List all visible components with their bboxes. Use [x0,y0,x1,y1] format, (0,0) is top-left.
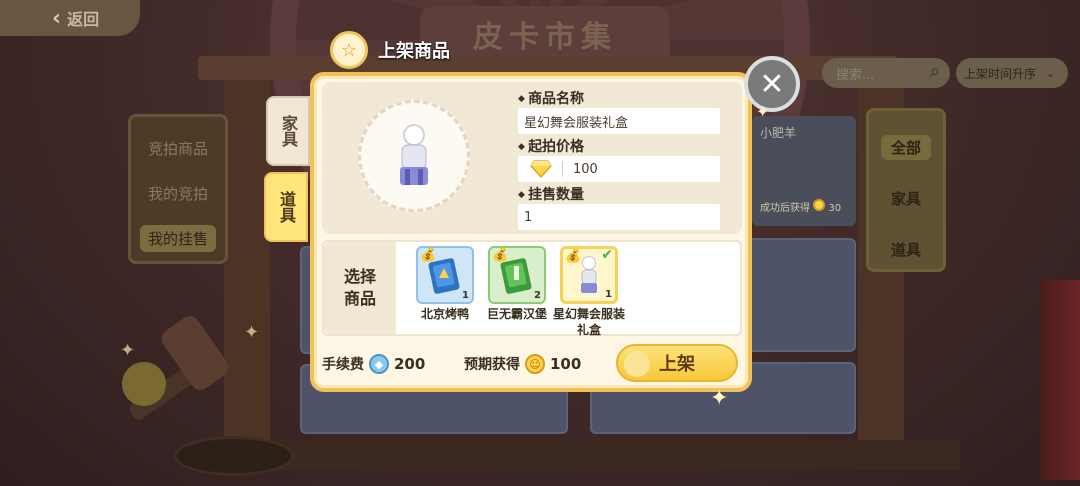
side-tab-furniture[interactable]: 家具 [266,96,310,166]
listing-card-info[interactable]: 小肥羊 成功后获得 30 [752,116,856,226]
item-name-costume-giftbox: 星幻舞会服装礼盒 [552,307,625,338]
side-tab-props[interactable]: 道具 [264,172,308,242]
list-button-label: 上架 [659,354,695,375]
right-filter-board: 全部 家具 道具 [866,108,946,272]
list-for-sale-button[interactable]: 上架 [616,344,738,382]
item-select-panel: 选择商品 💰 1 北京烤鸭 💰 2 巨无霸汉堡 💰 ✔ 1 星幻舞会服装礼盒 [322,240,742,338]
dialog-title: 上架商品 [378,41,450,62]
listing-card-name: 小肥羊 [760,126,797,140]
market-banner: 皮卡市集 [420,6,670,62]
expected-earnings: 预期获得 ☺ 100 [464,354,581,374]
tab-auction-items[interactable]: 竞拍商品 [140,135,216,162]
fee-info: 手续费 ◆ 200 [322,354,425,374]
name-label: 商品名称 [518,88,584,108]
fee-value: 200 [394,355,426,373]
quantity-value: 1 [524,209,533,225]
item-slot-costume-giftbox[interactable]: 💰 ✔ 1 [560,246,618,304]
item-details-panel: 商品名称 星幻舞会服装礼盒 起拍价格 100 挂售数量 1 [322,82,742,234]
gavel-base [174,436,294,476]
sparkle-icon: ✦ [244,322,260,343]
item-qty: 1 [462,290,469,301]
quantity-label: 挂售数量 [518,184,584,204]
costume-figure-icon [400,124,428,185]
left-category-board: 竞拍商品 我的竞拍 我的挂售 [128,114,228,264]
item-name-value: 星幻舞会服装礼盒 [524,115,629,131]
tab-my-listings[interactable]: 我的挂售 [139,225,216,252]
item-name-roast-duck: 北京烤鸭 [420,307,469,321]
blue-coin-icon: ◆ [369,354,389,374]
item-preview [358,100,470,212]
earn-value: 100 [550,355,582,373]
chevron-down-icon: ⌄ [1046,66,1056,80]
search-icon[interactable]: ⌕ [930,61,940,82]
quantity-input[interactable]: 1 [518,204,720,230]
button-shine [624,351,650,377]
sparkle-icon: ✦ [756,102,770,121]
shelf-floor [190,440,960,470]
money-bag-icon: 💰 [565,249,582,264]
tab-my-bids[interactable]: 我的竞拍 [140,180,216,207]
select-item-label: 选择商品 [324,242,396,334]
filter-all[interactable]: 全部 [880,135,931,160]
shopping-bag-icon: ☆ [330,31,368,69]
gold-coin-icon: ☺ [525,354,545,374]
money-bag-icon: 💰 [492,248,509,263]
search-placeholder: 搜索... [836,67,875,83]
dialog-header: ☆ 上架商品 [330,30,450,70]
gavel-icon [122,316,229,420]
list-item-dialog: 商品名称 星幻舞会服装礼盒 起拍价格 100 挂售数量 1 选择商品 💰 [310,72,752,392]
sort-label: 上架时间升序 [964,66,1037,81]
diamond-icon [530,160,552,178]
sparkle-icon: ✦ [120,340,136,361]
back-arrow-icon: ‹ [52,5,62,31]
search-input[interactable]: 搜索... ⌕ [822,58,950,88]
close-icon: ✕ [759,66,785,102]
curtain [1040,280,1080,480]
item-qty: 1 [605,289,612,300]
item-slot-burger[interactable]: 💰 2 [488,246,546,304]
sparkle-icon: ✦ [710,386,729,411]
item-name-field: 星幻舞会服装礼盒 [518,108,720,134]
item-slot-roast-duck[interactable]: 💰 1 [416,246,474,304]
back-button[interactable]: ‹ 返回 [0,0,140,36]
gold-coin-icon [813,199,826,211]
price-divider [562,161,563,177]
close-button[interactable]: ✕ [744,56,800,112]
starting-price-value: 100 [573,161,598,177]
price-label: 起拍价格 [518,136,584,156]
sort-dropdown[interactable]: 上架时间升序 ⌄ [956,58,1068,88]
fee-label: 手续费 [322,357,364,373]
checkmark-icon: ✔ [601,247,613,263]
filter-props[interactable]: 道具 [881,237,931,262]
filter-furniture[interactable]: 家具 [881,186,931,211]
money-bag-icon: 💰 [420,248,437,263]
earn-label: 预期获得 [464,357,520,373]
starting-price-input[interactable]: 100 [518,156,720,182]
listing-card-reward: 成功后获得 30 [760,199,848,214]
item-name-burger: 巨无霸汉堡 [486,307,547,321]
item-qty: 2 [534,290,541,301]
back-label: 返回 [67,10,100,29]
